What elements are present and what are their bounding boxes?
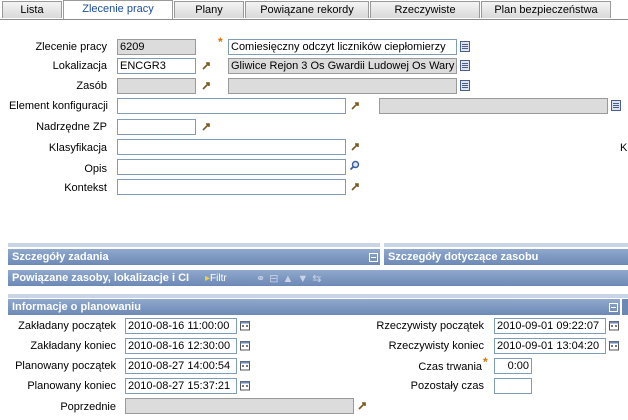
calendar-icon[interactable] bbox=[609, 340, 620, 351]
actual-finish-label: Rzeczywisty koniec bbox=[388, 340, 484, 352]
filter-label: Filtr bbox=[210, 273, 227, 284]
work-order-description-field[interactable]: Comiesięczny odczyt liczników ciepłomier… bbox=[228, 39, 457, 55]
related-assets-title: Powiązane zasoby, lokalizacje i CI bbox=[12, 272, 190, 284]
work-order-field[interactable]: 6209 bbox=[117, 39, 196, 55]
section-separator bbox=[8, 243, 380, 247]
planning-title: Informacje o planowaniu bbox=[12, 301, 141, 313]
detail-menu-arrow-icon[interactable] bbox=[357, 400, 368, 411]
collapse-icon[interactable] bbox=[369, 253, 378, 262]
calendar-icon[interactable] bbox=[240, 340, 251, 351]
section-edge bbox=[622, 299, 628, 315]
search-icon[interactable] bbox=[349, 160, 360, 171]
task-details-section-header[interactable]: Szczegóły zadania bbox=[8, 249, 380, 265]
detail-menu-arrow-icon[interactable] bbox=[201, 121, 212, 132]
actual-start-field[interactable]: 2010-09-01 09:22:07 bbox=[494, 318, 606, 334]
collapse-icon[interactable] bbox=[609, 303, 618, 312]
asset-label: Zasób bbox=[76, 80, 107, 92]
binoculars-icon[interactable]: ⚭ bbox=[256, 273, 269, 285]
filter-button[interactable]: ▸Filtr bbox=[205, 273, 227, 284]
section-separator bbox=[384, 243, 628, 247]
asset-description-field bbox=[228, 78, 457, 94]
tab-rzeczywiste[interactable]: Rzeczywiste bbox=[370, 1, 480, 18]
arrow-down-icon[interactable]: ▼ bbox=[297, 273, 312, 285]
ci-field[interactable] bbox=[117, 98, 346, 114]
classification-label: Klasyfikacja bbox=[48, 142, 107, 154]
asset-field[interactable] bbox=[117, 78, 196, 94]
actual-start-label: Rzeczywisty początek bbox=[376, 320, 484, 332]
actual-finish-field[interactable]: 2010-09-01 13:04:20 bbox=[494, 338, 606, 354]
swap-icon[interactable]: ⇆ bbox=[312, 273, 325, 285]
parent-wo-label: Nadrzędne ZP bbox=[36, 121, 107, 133]
ci-label: Element konfiguracji bbox=[8, 100, 108, 112]
scheduled-finish-label: Planowany koniec bbox=[27, 380, 116, 392]
calendar-icon[interactable] bbox=[240, 380, 251, 391]
tab-zlecenie-pracy[interactable]: Zlecenie pracy bbox=[63, 0, 173, 19]
arrow-up-icon[interactable]: ▲ bbox=[282, 273, 297, 285]
clear-filter-icon[interactable]: ⊟ bbox=[269, 273, 282, 285]
long-description-icon[interactable] bbox=[460, 60, 470, 71]
target-finish-label: Zakładany koniec bbox=[30, 340, 116, 352]
required-marker: * bbox=[218, 35, 223, 49]
previous-label: Poprzednie bbox=[60, 401, 116, 413]
work-order-label: Zlecenie pracy bbox=[35, 41, 107, 53]
detail-menu-arrow-icon[interactable] bbox=[350, 181, 361, 192]
location-label: Lokalizacja bbox=[52, 60, 107, 72]
long-description-icon[interactable] bbox=[460, 80, 470, 91]
scheduled-start-label: Planowany początek bbox=[15, 360, 116, 372]
description-field[interactable] bbox=[117, 159, 346, 175]
context-field[interactable] bbox=[117, 179, 346, 195]
location-field[interactable]: ENCGR3 bbox=[117, 58, 196, 74]
remaining-field[interactable] bbox=[494, 378, 532, 394]
calendar-icon[interactable] bbox=[609, 320, 620, 331]
tab-powiazane-rekordy[interactable]: Powiązane rekordy bbox=[245, 1, 369, 18]
tab-plan-bezpieczenstwa[interactable]: Plan bezpieczeństwa bbox=[481, 1, 611, 18]
scheduled-finish-field[interactable]: 2010-08-27 15:37:21 bbox=[125, 378, 237, 394]
detail-menu-arrow-icon[interactable] bbox=[350, 100, 361, 111]
section-separator bbox=[8, 294, 628, 298]
task-details-title: Szczegóły zadania bbox=[12, 251, 109, 263]
tab-lista[interactable]: Lista bbox=[2, 1, 62, 18]
target-start-label: Zakładany początek bbox=[18, 320, 116, 332]
asset-details-title: Szczegóły dotyczące zasobu bbox=[388, 251, 539, 263]
detail-menu-arrow-icon[interactable] bbox=[350, 141, 361, 152]
target-start-field[interactable]: 2010-08-16 11:00:00 bbox=[125, 318, 237, 334]
detail-menu-arrow-icon[interactable] bbox=[201, 60, 212, 71]
location-description-field: Gliwice Rejon 3 Os Gwardii Ludowej Os Wa… bbox=[228, 58, 457, 74]
previous-field[interactable] bbox=[125, 398, 354, 414]
detail-menu-arrow-icon[interactable] bbox=[201, 80, 212, 91]
asset-details-section-header[interactable]: Szczegóły dotyczące zasobu bbox=[384, 249, 628, 265]
classification-extra-label: K bbox=[620, 142, 628, 154]
toolbar-icons: ⚭⊟▲▼⇆ bbox=[256, 272, 325, 285]
ci-description-field bbox=[379, 98, 608, 114]
classification-field[interactable] bbox=[117, 139, 346, 155]
long-description-icon[interactable] bbox=[611, 100, 621, 111]
remaining-label: Pozostały czas bbox=[410, 380, 484, 392]
parent-wo-field[interactable] bbox=[117, 119, 196, 135]
long-description-icon[interactable] bbox=[460, 41, 470, 52]
tab-bar: Lista Zlecenie pracy Plany Powiązane rek… bbox=[0, 0, 628, 20]
context-label: Kontekst bbox=[64, 182, 107, 194]
calendar-icon[interactable] bbox=[240, 360, 251, 371]
duration-label: Czas trwania bbox=[418, 361, 482, 373]
planning-section-header[interactable]: Informacje o planowaniu bbox=[8, 299, 620, 315]
description-label: Opis bbox=[84, 163, 107, 175]
tab-plany[interactable]: Plany bbox=[174, 1, 244, 18]
required-marker: * bbox=[483, 355, 488, 369]
target-finish-field[interactable]: 2010-08-16 12:30:00 bbox=[125, 338, 237, 354]
scheduled-start-field[interactable]: 2010-08-27 14:00:54 bbox=[125, 358, 237, 374]
calendar-icon[interactable] bbox=[240, 320, 251, 331]
duration-field[interactable]: 0:00 bbox=[494, 358, 532, 374]
